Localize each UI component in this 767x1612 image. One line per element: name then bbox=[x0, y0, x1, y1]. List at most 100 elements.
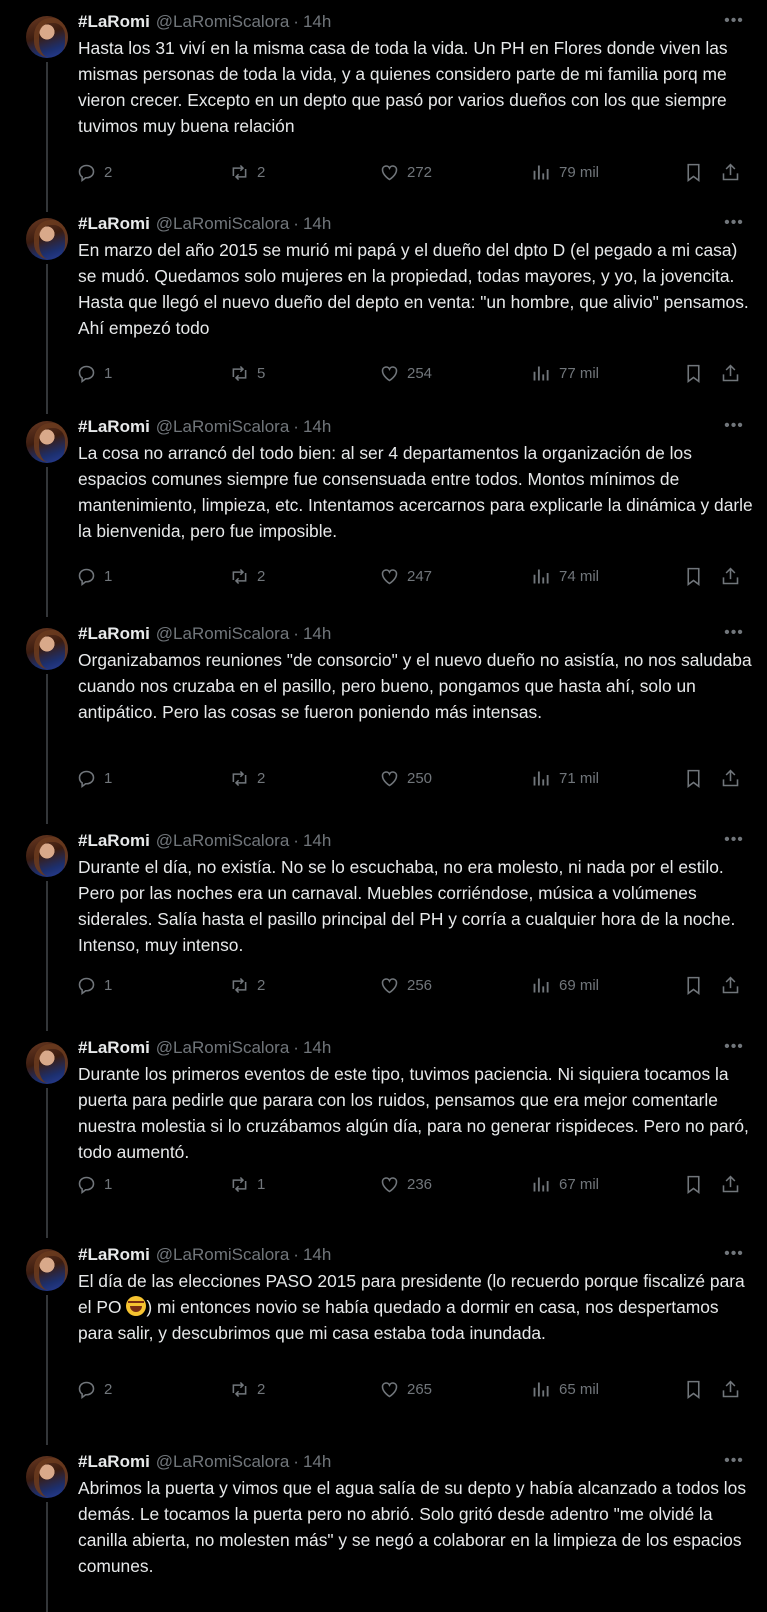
more-options-icon[interactable]: ••• bbox=[720, 214, 748, 232]
user-handle[interactable]: @LaRomiScalora bbox=[156, 624, 289, 644]
retweet-button[interactable]: 2 bbox=[229, 1376, 265, 1402]
reply-button[interactable]: 1 bbox=[76, 972, 112, 998]
avatar[interactable] bbox=[26, 628, 68, 670]
tweet[interactable]: #LaRomi @LaRomiScalora · 14h ••• Durante… bbox=[0, 827, 767, 1031]
display-name[interactable]: #LaRomi bbox=[78, 214, 150, 234]
bookmark-button[interactable] bbox=[683, 563, 704, 589]
display-name[interactable]: #LaRomi bbox=[78, 12, 150, 32]
bookmark-button[interactable] bbox=[683, 159, 704, 185]
share-button[interactable] bbox=[720, 563, 741, 589]
display-name[interactable]: #LaRomi bbox=[78, 1245, 150, 1265]
tweet[interactable]: #LaRomi @LaRomiScalora · 14h ••• Organiz… bbox=[0, 620, 767, 824]
retweet-button[interactable]: 2 bbox=[229, 563, 265, 589]
user-handle[interactable]: @LaRomiScalora bbox=[156, 1452, 289, 1472]
more-options-icon[interactable]: ••• bbox=[720, 1245, 748, 1263]
avatar[interactable] bbox=[26, 835, 68, 877]
avatar[interactable] bbox=[26, 1249, 68, 1291]
tweet[interactable]: #LaRomi @LaRomiScalora · 14h ••• Abrimos… bbox=[0, 1448, 767, 1612]
bookmark-icon bbox=[687, 364, 700, 383]
like-button[interactable]: 256 bbox=[379, 972, 432, 998]
like-button[interactable]: 265 bbox=[379, 1376, 432, 1402]
timestamp[interactable]: 14h bbox=[303, 12, 331, 32]
more-options-icon[interactable]: ••• bbox=[720, 1038, 748, 1056]
bookmark-button[interactable] bbox=[683, 1376, 704, 1402]
tweet[interactable]: #LaRomi @LaRomiScalora · 14h ••• Hasta l… bbox=[0, 8, 767, 212]
like-button[interactable]: 250 bbox=[379, 765, 432, 791]
bookmark-button[interactable] bbox=[683, 1171, 704, 1197]
share-button[interactable] bbox=[720, 1376, 741, 1402]
tweet[interactable]: #LaRomi @LaRomiScalora · 14h ••• La cosa… bbox=[0, 413, 767, 617]
share-button[interactable] bbox=[720, 765, 741, 791]
timestamp[interactable]: 14h bbox=[303, 417, 331, 437]
tweet[interactable]: #LaRomi @LaRomiScalora · 14h ••• En marz… bbox=[0, 210, 767, 414]
reply-button[interactable]: 1 bbox=[76, 765, 112, 791]
views-button[interactable]: 79 mil bbox=[531, 159, 599, 185]
timestamp[interactable]: 14h bbox=[303, 1245, 331, 1265]
tweet[interactable]: #LaRomi @LaRomiScalora · 14h ••• El día … bbox=[0, 1241, 767, 1445]
bookmark-button[interactable] bbox=[683, 972, 704, 998]
timestamp[interactable]: 14h bbox=[303, 1038, 331, 1058]
timestamp[interactable]: 14h bbox=[303, 214, 331, 234]
views-button[interactable]: 77 mil bbox=[531, 360, 599, 386]
avatar[interactable] bbox=[26, 218, 68, 260]
reply-button[interactable]: 1 bbox=[76, 360, 112, 386]
timestamp[interactable]: 14h bbox=[303, 831, 331, 851]
user-handle[interactable]: @LaRomiScalora bbox=[156, 12, 289, 32]
reply-count: 2 bbox=[104, 163, 113, 181]
reply-button[interactable]: 2 bbox=[76, 1376, 112, 1402]
user-handle[interactable]: @LaRomiScalora bbox=[156, 1038, 289, 1058]
more-options-icon[interactable]: ••• bbox=[720, 12, 748, 30]
views-button[interactable]: 74 mil bbox=[531, 563, 599, 589]
more-options-icon[interactable]: ••• bbox=[720, 1452, 748, 1470]
avatar[interactable] bbox=[26, 1456, 68, 1498]
retweet-button[interactable]: 2 bbox=[229, 159, 265, 185]
view-count: 65 mil bbox=[559, 1380, 600, 1398]
avatar[interactable] bbox=[26, 1042, 68, 1084]
tweet-header: #LaRomi @LaRomiScalora · 14h bbox=[78, 1244, 331, 1266]
like-button[interactable]: 254 bbox=[379, 360, 432, 386]
like-count: 272 bbox=[407, 163, 433, 181]
like-button[interactable]: 236 bbox=[379, 1171, 432, 1197]
retweet-button[interactable]: 2 bbox=[229, 972, 265, 998]
user-handle[interactable]: @LaRomiScalora bbox=[156, 831, 289, 851]
retweet-button[interactable]: 1 bbox=[229, 1171, 265, 1197]
display-name[interactable]: #LaRomi bbox=[78, 831, 150, 851]
user-handle[interactable]: @LaRomiScalora bbox=[156, 1245, 289, 1265]
more-options-icon[interactable]: ••• bbox=[720, 417, 748, 435]
reply-button[interactable]: 1 bbox=[76, 1171, 112, 1197]
bookmark-button[interactable] bbox=[683, 765, 704, 791]
retweet-count: 2 bbox=[257, 769, 266, 787]
user-handle[interactable]: @LaRomiScalora bbox=[156, 417, 289, 437]
display-name[interactable]: #LaRomi bbox=[78, 624, 150, 644]
more-options-icon[interactable]: ••• bbox=[720, 831, 748, 849]
display-name[interactable]: #LaRomi bbox=[78, 417, 150, 437]
views-button[interactable]: 65 mil bbox=[531, 1376, 599, 1402]
share-button[interactable] bbox=[720, 1171, 741, 1197]
bookmark-button[interactable] bbox=[683, 360, 704, 386]
retweet-button[interactable]: 5 bbox=[229, 360, 265, 386]
action-bar: 1 2 247 74 mil bbox=[0, 563, 767, 589]
display-name[interactable]: #LaRomi bbox=[78, 1452, 150, 1472]
reply-count: 1 bbox=[104, 769, 113, 787]
reply-button[interactable]: 2 bbox=[76, 159, 112, 185]
views-button[interactable]: 69 mil bbox=[531, 972, 599, 998]
tweet-text: Hasta los 31 viví en la misma casa de to… bbox=[78, 38, 728, 136]
share-button[interactable] bbox=[720, 360, 741, 386]
share-button[interactable] bbox=[720, 972, 741, 998]
avatar[interactable] bbox=[26, 421, 68, 463]
retweet-button[interactable]: 2 bbox=[229, 765, 265, 791]
like-button[interactable]: 247 bbox=[379, 563, 432, 589]
timestamp[interactable]: 14h bbox=[303, 1452, 331, 1472]
views-button[interactable]: 67 mil bbox=[531, 1171, 599, 1197]
display-name[interactable]: #LaRomi bbox=[78, 1038, 150, 1058]
views-button[interactable]: 71 mil bbox=[531, 765, 599, 791]
timestamp[interactable]: 14h bbox=[303, 624, 331, 644]
more-options-icon[interactable]: ••• bbox=[720, 624, 748, 642]
share-button[interactable] bbox=[720, 159, 741, 185]
tweet[interactable]: #LaRomi @LaRomiScalora · 14h ••• Durante… bbox=[0, 1034, 767, 1238]
avatar[interactable] bbox=[26, 16, 68, 58]
like-button[interactable]: 272 bbox=[379, 159, 432, 185]
reply-count: 1 bbox=[104, 1175, 113, 1193]
reply-button[interactable]: 1 bbox=[76, 563, 112, 589]
user-handle[interactable]: @LaRomiScalora bbox=[156, 214, 289, 234]
